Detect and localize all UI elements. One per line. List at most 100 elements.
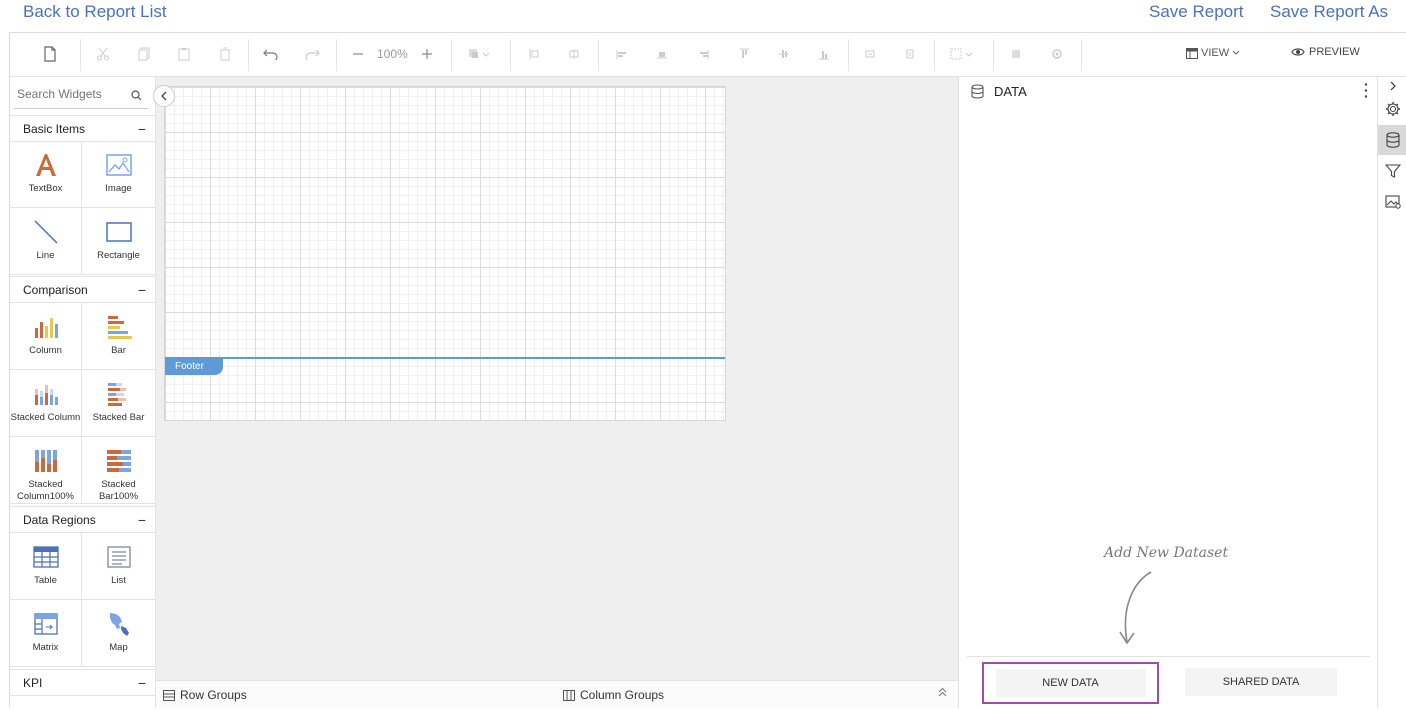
column-groups[interactable]: Column Groups bbox=[563, 688, 664, 702]
widget-stacked-bar[interactable]: Stacked Bar bbox=[82, 370, 155, 437]
shared-data-button[interactable]: SHARED DATA bbox=[1185, 668, 1337, 696]
zoom-in-icon[interactable] bbox=[415, 43, 439, 65]
data-panel-divider bbox=[967, 656, 1370, 657]
toolbar: 100% VIEW PREVIEW bbox=[10, 33, 1406, 77]
widget-label: Stacked Column100% bbox=[16, 479, 75, 502]
category-data-regions[interactable]: Data Regions − bbox=[10, 506, 155, 533]
widget-image[interactable]: Image bbox=[82, 141, 155, 208]
align-top-icon[interactable] bbox=[732, 43, 756, 65]
stacked-bar100-icon bbox=[105, 447, 133, 475]
column-chart-icon bbox=[32, 313, 60, 341]
top-link-bar: Back to Report List Save Report Save Rep… bbox=[0, 0, 1406, 30]
align-left-icon[interactable] bbox=[610, 43, 634, 65]
map-icon bbox=[105, 610, 133, 638]
eye-icon bbox=[1291, 48, 1305, 56]
zoom-out-icon[interactable] bbox=[346, 43, 370, 65]
data-panel: DATA · · · Add New Dataset NEW DATA SHARED… bbox=[958, 77, 1377, 708]
copy-icon[interactable] bbox=[132, 43, 156, 65]
align-right-icon[interactable] bbox=[691, 43, 715, 65]
search-widgets-input[interactable] bbox=[14, 83, 122, 105]
chevron-left-icon bbox=[161, 91, 167, 101]
collapse-minus-icon[interactable]: − bbox=[138, 512, 146, 528]
save-report-as-link[interactable]: Save Report As bbox=[1270, 2, 1388, 22]
line-icon bbox=[32, 218, 60, 246]
same-height-icon[interactable] bbox=[898, 43, 922, 65]
widget-list[interactable]: List bbox=[82, 533, 155, 600]
category-label: Basic Items bbox=[23, 121, 86, 136]
widget-label: Bar bbox=[111, 345, 126, 356]
order-dropdown-icon[interactable] bbox=[466, 43, 494, 65]
report-designer: 100% VIEW PREVIEW Search Widgets Basic I… bbox=[9, 32, 1406, 708]
matrix-icon bbox=[32, 610, 60, 638]
paste-icon[interactable] bbox=[172, 43, 196, 65]
image-settings-icon[interactable] bbox=[1378, 187, 1406, 217]
zoom-level[interactable]: 100% bbox=[377, 47, 408, 61]
grid-dropdown-icon[interactable] bbox=[948, 43, 978, 65]
save-report-link[interactable]: Save Report bbox=[1149, 2, 1244, 22]
category-basic-items[interactable]: Basic Items − bbox=[10, 115, 155, 142]
report-page[interactable]: Footer bbox=[164, 86, 726, 421]
align-middle-icon[interactable] bbox=[772, 43, 796, 65]
data-panel-header: DATA bbox=[971, 84, 1027, 99]
widget-stacked-column[interactable]: Stacked Column bbox=[10, 370, 82, 437]
new-data-label: NEW DATA bbox=[995, 669, 1146, 697]
bring-forward-icon[interactable] bbox=[1004, 43, 1028, 65]
expand-groups-icon[interactable] bbox=[938, 687, 947, 700]
collapse-minus-icon[interactable]: − bbox=[138, 282, 146, 298]
bar-chart-icon bbox=[105, 313, 133, 341]
cut-icon[interactable] bbox=[91, 43, 115, 65]
database-panel-icon[interactable] bbox=[1378, 125, 1406, 155]
stacked-column100-icon bbox=[32, 447, 60, 475]
new-data-button[interactable]: NEW DATA bbox=[982, 662, 1159, 704]
view-dropdown[interactable]: VIEW bbox=[1186, 47, 1240, 59]
stacked-column-icon bbox=[32, 380, 60, 408]
back-to-report-list-link[interactable]: Back to Report List bbox=[23, 2, 167, 22]
align-bottom-icon[interactable] bbox=[812, 43, 836, 65]
list-icon bbox=[105, 543, 133, 571]
widget-rectangle[interactable]: Rectangle bbox=[82, 208, 155, 275]
redo-icon[interactable] bbox=[300, 43, 324, 65]
undo-icon[interactable] bbox=[259, 43, 283, 65]
widget-stacked-bar100[interactable]: Stacked Bar100% bbox=[82, 437, 155, 504]
widget-column[interactable]: Column bbox=[10, 303, 82, 370]
design-canvas: Footer bbox=[156, 77, 958, 680]
layout-icon bbox=[1186, 47, 1198, 59]
widget-table[interactable]: Table bbox=[10, 533, 82, 600]
align-center-icon[interactable] bbox=[650, 43, 674, 65]
widget-label: Column bbox=[29, 345, 62, 356]
collapse-minus-icon[interactable]: − bbox=[138, 121, 146, 137]
footer-tag[interactable]: Footer bbox=[165, 359, 223, 375]
widget-map[interactable]: Map bbox=[82, 600, 155, 667]
collapse-minus-icon[interactable]: − bbox=[138, 675, 146, 691]
widget-stacked-column100[interactable]: Stacked Column100% bbox=[10, 437, 82, 504]
delete-icon[interactable] bbox=[213, 43, 237, 65]
widget-label: Stacked Bar bbox=[92, 412, 145, 423]
align-center-edge-icon[interactable] bbox=[562, 43, 586, 65]
align-left-edge-icon[interactable] bbox=[522, 43, 546, 65]
footer-divider bbox=[165, 357, 725, 359]
category-label: Comparison bbox=[23, 282, 88, 297]
new-file-icon[interactable] bbox=[38, 43, 62, 65]
widget-label: Matrix bbox=[32, 642, 59, 653]
expand-panel-icon[interactable] bbox=[1378, 77, 1406, 95]
widget-matrix[interactable]: Matrix bbox=[10, 600, 82, 667]
right-icon-rail bbox=[1377, 77, 1406, 708]
gear-icon[interactable] bbox=[1378, 94, 1406, 124]
widget-label: Line bbox=[36, 250, 55, 261]
category-kpi[interactable]: KPI − bbox=[10, 669, 155, 696]
preview-button[interactable]: PREVIEW bbox=[1291, 46, 1360, 58]
more-options-icon[interactable]: · · · bbox=[1364, 77, 1369, 103]
hint-arrow-icon bbox=[1119, 571, 1152, 645]
same-width-icon[interactable] bbox=[858, 43, 882, 65]
collapse-widgets-button[interactable] bbox=[153, 85, 175, 107]
widget-line[interactable]: Line bbox=[10, 208, 82, 275]
data-panel-title: DATA bbox=[994, 84, 1027, 99]
category-comparison[interactable]: Comparison − bbox=[10, 276, 155, 303]
row-groups[interactable]: Row Groups bbox=[163, 688, 247, 702]
widget-label: Image bbox=[105, 183, 132, 194]
settings-small-icon[interactable] bbox=[1045, 43, 1069, 65]
filter-icon[interactable] bbox=[1378, 156, 1406, 186]
search-icon[interactable] bbox=[131, 88, 142, 106]
widget-bar[interactable]: Bar bbox=[82, 303, 155, 370]
widget-textbox[interactable]: TextBox bbox=[10, 141, 82, 208]
